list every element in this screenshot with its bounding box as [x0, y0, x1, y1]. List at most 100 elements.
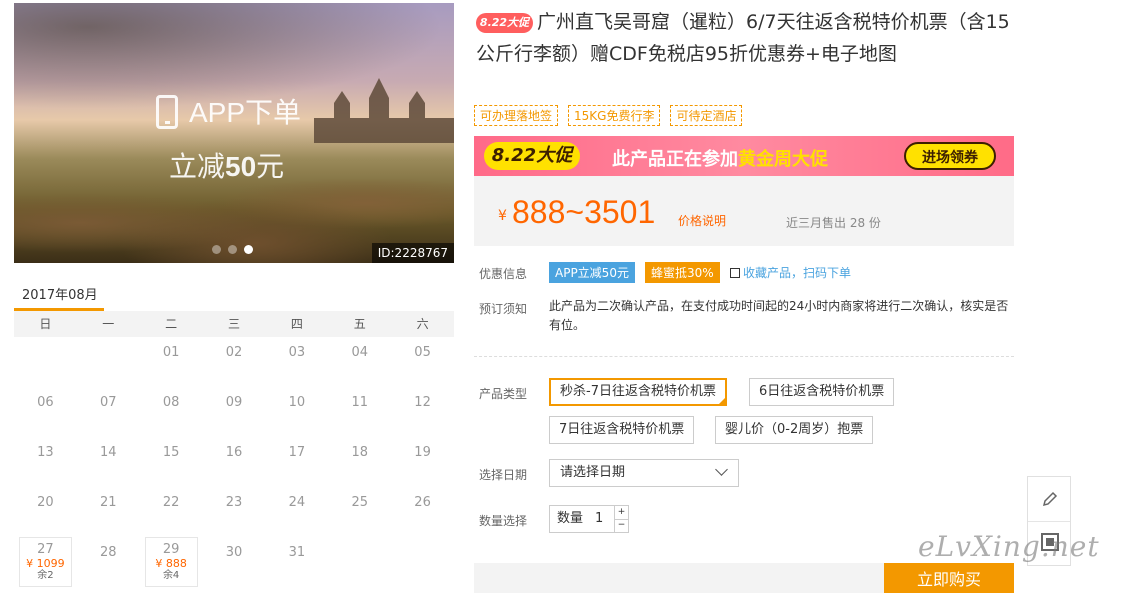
quantity-increase-button[interactable]: +	[614, 506, 628, 520]
calendar-day-number: 20	[37, 495, 54, 510]
chevron-down-icon	[715, 463, 728, 476]
weekday-label: 六	[416, 317, 429, 331]
honey-discount-badge: 蜂蜜抵30%	[645, 262, 720, 283]
qr-code-icon	[730, 268, 740, 278]
price-explanation-link[interactable]: 价格说明	[678, 212, 726, 229]
booking-notice-text: 此产品为二次确认产品，在支付成功时间起的24小时内商家将进行二次确认，核实是否有…	[549, 299, 1009, 332]
calendar-day: 17	[265, 437, 328, 487]
calendar-day-price: ¥ 1099	[26, 557, 65, 570]
calendar-day-number: 05	[414, 345, 431, 360]
date-select-dropdown[interactable]: 请选择日期	[549, 459, 739, 487]
get-coupon-button[interactable]: 进场领券	[904, 142, 996, 170]
product-type-option[interactable]: 7日往返含税特价机票	[549, 416, 695, 444]
price-currency: ¥	[498, 208, 507, 224]
product-hero-image: APP下单 立减50元 ID:2228767	[14, 3, 454, 263]
hero-promo-amount: 50	[225, 151, 257, 182]
carousel-dot-active[interactable]	[244, 245, 253, 254]
calendar-day: 18	[328, 437, 391, 487]
calendar-day-number: 03	[288, 345, 306, 360]
calendar-day: 06	[14, 387, 77, 437]
quantity-label: 数量选择	[479, 514, 528, 528]
quantity-stepper[interactable]: 数量 1 + −	[549, 505, 629, 533]
calendar-day-number: 28	[100, 545, 117, 560]
date-select-label: 选择日期	[479, 468, 528, 482]
price-amount: 888~3501	[512, 194, 656, 230]
banner-822-badge: 8.22大促	[484, 142, 580, 170]
calendar-day-number: 27	[37, 542, 54, 557]
calendar-day-number: 04	[351, 345, 368, 360]
calendar-day: 11	[328, 387, 391, 437]
calendar-day-number: 12	[414, 395, 431, 410]
calendar-month[interactable]: 2017年08月	[22, 284, 98, 303]
banner-text-highlight: 黄金周大促	[738, 149, 828, 170]
product-type-label: 产品类型	[479, 387, 528, 401]
calendar-day: 01	[140, 337, 203, 387]
hero-promo-prefix: 立减	[169, 150, 226, 183]
carousel-dot[interactable]	[228, 245, 237, 254]
option-label: 秒杀-7日往返含税特价机票	[560, 384, 716, 399]
calendar-day-number: 17	[288, 445, 306, 460]
calendar-day-number: 14	[100, 445, 117, 460]
product-type-option[interactable]: 婴儿价（0-2周岁）抱票	[715, 416, 874, 444]
calendar-day: 26	[391, 487, 454, 537]
banner-text: 此产品正在参加黄金周大促	[612, 145, 828, 171]
date-select-value: 请选择日期	[560, 465, 626, 480]
quantity-value[interactable]: 1	[595, 506, 603, 532]
buy-now-button[interactable]: 立即购买	[884, 563, 1014, 593]
quantity-decrease-button[interactable]: −	[614, 519, 628, 532]
phone-icon	[156, 95, 178, 129]
calendar-day-number: 18	[351, 445, 368, 460]
calendar-day-number: 11	[351, 395, 368, 410]
carousel-dots	[212, 239, 260, 258]
favorite-scan-text: 收藏产品，扫码下单	[743, 266, 852, 280]
quantity-prefix: 数量	[557, 511, 584, 526]
weekday-label: 日	[39, 317, 52, 331]
calendar-day-number: 01	[162, 345, 180, 360]
banner-text-prefix: 此产品正在参加	[612, 149, 738, 170]
product-type-option[interactable]: 6日往返含税特价机票	[749, 378, 895, 406]
weekday-label: 二	[165, 317, 178, 331]
calendar-day: 23	[203, 487, 266, 537]
calendar-day: 04	[328, 337, 391, 387]
calendar-day[interactable]: 27 ¥ 1099 余2	[19, 537, 72, 587]
product-tag: 可待定酒店	[670, 105, 743, 126]
sold-count: 近三月售出 28 份	[786, 216, 881, 230]
carousel-dot[interactable]	[212, 245, 221, 254]
product-type-option-selected[interactable]: 秒杀-7日往返含税特价机票 ✓	[549, 378, 727, 406]
calendar-day-number: 08	[162, 395, 180, 410]
booking-notice-label: 预订须知	[479, 302, 528, 316]
calendar-day-number: 30	[225, 545, 243, 560]
product-title-text: 广州直飞吴哥窟（暹粒）6/7天往返含税特价机票（含15公斤行李额）赠CDF免税店…	[476, 11, 1010, 65]
app-discount-badge: APP立减50元	[549, 262, 635, 283]
calendar-day[interactable]: 29 ¥ 888 余4	[144, 537, 198, 587]
hero-promo-suffix: 元	[256, 150, 285, 183]
edit-pen-icon[interactable]	[1040, 489, 1060, 509]
calendar-day-number: 16	[225, 445, 243, 460]
calendar-day: 19	[391, 437, 454, 487]
calendar-day: 24	[265, 487, 328, 537]
price-box: ¥ 888~3501 价格说明 近三月售出 28 份	[474, 176, 1014, 246]
section-divider	[474, 356, 1014, 357]
calendar-day: 25	[328, 487, 391, 537]
product-tags: 可办理落地签 15KG免费行李 可待定酒店	[474, 105, 743, 126]
hero-app-text: APP下单	[189, 97, 302, 128]
calendar-weekday-header: 日 一 二 三 四 五 六	[14, 311, 454, 337]
site-watermark: eLvXing.net	[918, 530, 1100, 563]
calendar-day-price: ¥ 888	[155, 557, 187, 570]
calendar-day-number: 26	[414, 495, 431, 510]
product-id-badge: ID:2228767	[371, 243, 454, 263]
calendar-day-number: 07	[100, 395, 117, 410]
product-title: 8.22大促 广州直飞吴哥窟（暹粒）6/7天往返含税特价机票（含15公斤行李额）赠…	[476, 6, 1016, 70]
calendar-day: 28	[77, 537, 140, 587]
calendar-day-number: 15	[162, 445, 180, 460]
calendar-grid: 01 02 03 04 05 06 07 08 09 10 11 12 13 14 15 16 17 18 19 20…	[14, 337, 454, 587]
promo-banner[interactable]: 8.22大促 此产品正在参加黄金周大促 进场领券	[474, 136, 1014, 176]
product-tag: 15KG免费行李	[568, 105, 661, 126]
calendar-empty-cell	[14, 337, 77, 387]
favorite-scan-link[interactable]: 收藏产品，扫码下单	[730, 264, 851, 281]
check-icon: ✓	[718, 390, 725, 399]
weekday-label: 五	[353, 317, 366, 331]
calendar-day-remaining: 余2	[37, 570, 54, 581]
calendar-day-number: 29	[162, 542, 180, 557]
calendar-day: 20	[14, 487, 77, 537]
